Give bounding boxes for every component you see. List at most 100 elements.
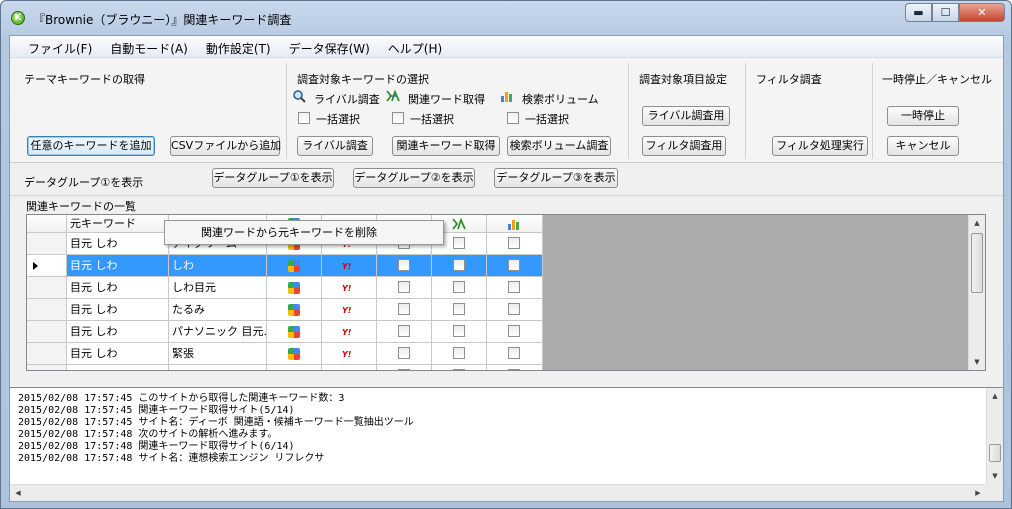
volume-checkbox[interactable]	[508, 259, 520, 271]
keyword-cell[interactable]: パナソニック 目元...	[169, 321, 267, 343]
related-check-cell[interactable]	[432, 255, 487, 277]
rival-checkbox[interactable]	[398, 369, 410, 370]
volume-check-cell[interactable]	[487, 299, 543, 321]
volume-check-cell[interactable]	[487, 233, 543, 255]
scroll-down-icon[interactable]: ▼	[987, 468, 1003, 484]
volume-checkbox[interactable]	[508, 325, 520, 337]
source-keyword-cell[interactable]: 目元 しわ	[67, 277, 169, 299]
related-checkbox[interactable]	[453, 281, 465, 293]
rival-check-cell[interactable]	[377, 255, 432, 277]
rival-check-cell[interactable]	[377, 299, 432, 321]
google-cell[interactable]	[267, 299, 322, 321]
yahoo-cell[interactable]: Y!	[322, 255, 377, 277]
row-header[interactable]	[27, 299, 67, 321]
rival-checkbox[interactable]	[398, 303, 410, 315]
log-horizontal-scrollbar[interactable]: ◀ ▶	[10, 484, 986, 501]
related-checkbox[interactable]	[453, 347, 465, 359]
scroll-down-icon[interactable]: ▼	[969, 354, 985, 370]
volume-checkbox[interactable]	[508, 303, 520, 315]
filter-item-button[interactable]: フィルタ調査用	[642, 136, 726, 156]
grid-vertical-scrollbar[interactable]: ▲ ▼	[968, 215, 985, 370]
related-check-cell[interactable]	[432, 299, 487, 321]
minimize-button[interactable]: ▬	[905, 3, 932, 22]
row-header[interactable]	[27, 277, 67, 299]
table-row[interactable]: 目元 しわ 緊張 Y!	[27, 343, 543, 365]
yahoo-cell[interactable]: Y!	[322, 343, 377, 365]
related-checkbox[interactable]	[453, 369, 465, 370]
menu-help[interactable]: ヘルプ(H)	[380, 36, 452, 57]
keyword-cell[interactable]: 目元	[169, 365, 267, 370]
rival-check-cell[interactable]	[377, 343, 432, 365]
datagroup-3-button[interactable]: データグループ③を表示	[494, 168, 618, 188]
related-keyword-button[interactable]: 関連キーワード取得	[392, 136, 500, 156]
keyword-cell[interactable]: 緊張	[169, 343, 267, 365]
rival-check-cell[interactable]	[377, 365, 432, 370]
source-keyword-cell[interactable]: 目元 しわ	[67, 255, 169, 277]
volume-checkbox[interactable]	[508, 281, 520, 293]
related-check-cell[interactable]	[432, 365, 487, 370]
source-keyword-cell[interactable]: 目元 しわ	[67, 321, 169, 343]
menu-settings[interactable]: 動作設定(T)	[198, 36, 281, 57]
maximize-button[interactable]: ☐	[932, 3, 959, 22]
row-header[interactable]	[27, 343, 67, 365]
related-check-cell[interactable]	[432, 321, 487, 343]
title-bar[interactable]: K 『Brownie（ブラウニー）』関連キーワード調査 ▬ ☐ ✕	[1, 1, 1011, 35]
cancel-button[interactable]: キャンセル	[887, 136, 959, 156]
yahoo-cell[interactable]: Y!	[322, 321, 377, 343]
keyword-cell[interactable]: しわ目元	[169, 277, 267, 299]
keyword-cell[interactable]: たるみ	[169, 299, 267, 321]
menu-save-data[interactable]: データ保存(W)	[281, 36, 380, 57]
related-checkbox[interactable]	[453, 237, 465, 249]
source-keyword-cell[interactable]: 目元 しわ	[67, 343, 169, 365]
related-checkbox[interactable]	[453, 259, 465, 271]
google-cell[interactable]	[267, 255, 322, 277]
related-checkbox[interactable]	[453, 325, 465, 337]
rival-checkbox[interactable]	[398, 259, 410, 271]
related-bulk-checkbox[interactable]	[392, 112, 404, 124]
row-header[interactable]	[27, 365, 67, 370]
rival-item-button[interactable]: ライバル調査用	[642, 106, 730, 126]
source-keyword-cell[interactable]: 目元 しわ	[67, 299, 169, 321]
scroll-left-icon[interactable]: ◀	[10, 485, 26, 501]
google-cell[interactable]	[267, 321, 322, 343]
scroll-up-icon[interactable]: ▲	[969, 215, 985, 231]
rival-checkbox[interactable]	[398, 325, 410, 337]
volume-check-cell[interactable]	[487, 255, 543, 277]
row-header[interactable]	[27, 255, 67, 277]
volume-check-cell[interactable]	[487, 277, 543, 299]
header-volume[interactable]	[487, 215, 543, 233]
search-volume-button[interactable]: 検索ボリューム調査	[507, 136, 611, 156]
volume-check-cell[interactable]	[487, 343, 543, 365]
row-header[interactable]	[27, 321, 67, 343]
filter-run-button[interactable]: フィルタ処理実行	[772, 136, 868, 156]
rival-check-cell[interactable]	[377, 277, 432, 299]
table-row[interactable]: 目元 しわ目元 Y!	[27, 365, 543, 370]
related-checkbox[interactable]	[453, 303, 465, 315]
volume-check-cell[interactable]	[487, 321, 543, 343]
yahoo-cell[interactable]: Y!	[322, 365, 377, 370]
google-cell[interactable]	[267, 277, 322, 299]
rival-bulk-checkbox[interactable]	[298, 112, 310, 124]
menu-file[interactable]: ファイル(F)	[20, 36, 102, 57]
yahoo-cell[interactable]: Y!	[322, 277, 377, 299]
log-vertical-scrollbar[interactable]: ▲ ▼	[986, 388, 1003, 484]
rival-checkbox[interactable]	[398, 347, 410, 359]
table-row[interactable]: 目元 しわ パナソニック 目元... Y!	[27, 321, 543, 343]
volume-checkbox[interactable]	[508, 237, 520, 249]
related-check-cell[interactable]	[432, 277, 487, 299]
volume-bulk-checkbox[interactable]	[507, 112, 519, 124]
google-cell[interactable]	[267, 343, 322, 365]
volume-check-cell[interactable]	[487, 365, 543, 370]
scroll-right-icon[interactable]: ▶	[970, 485, 986, 501]
keyword-cell[interactable]: しわ	[169, 255, 267, 277]
scroll-up-icon[interactable]: ▲	[987, 388, 1003, 404]
datagroup-2-button[interactable]: データグループ②を表示	[353, 168, 475, 188]
google-cell[interactable]	[267, 365, 322, 370]
menu-auto-mode[interactable]: 自動モード(A)	[102, 36, 198, 57]
row-header[interactable]	[27, 233, 67, 255]
rival-check-cell[interactable]	[377, 321, 432, 343]
close-button[interactable]: ✕	[959, 3, 1005, 22]
pause-button[interactable]: 一時停止	[887, 106, 959, 126]
rival-research-button[interactable]: ライバル調査	[297, 136, 373, 156]
datagroup-1-button[interactable]: データグループ①を表示	[212, 168, 334, 188]
